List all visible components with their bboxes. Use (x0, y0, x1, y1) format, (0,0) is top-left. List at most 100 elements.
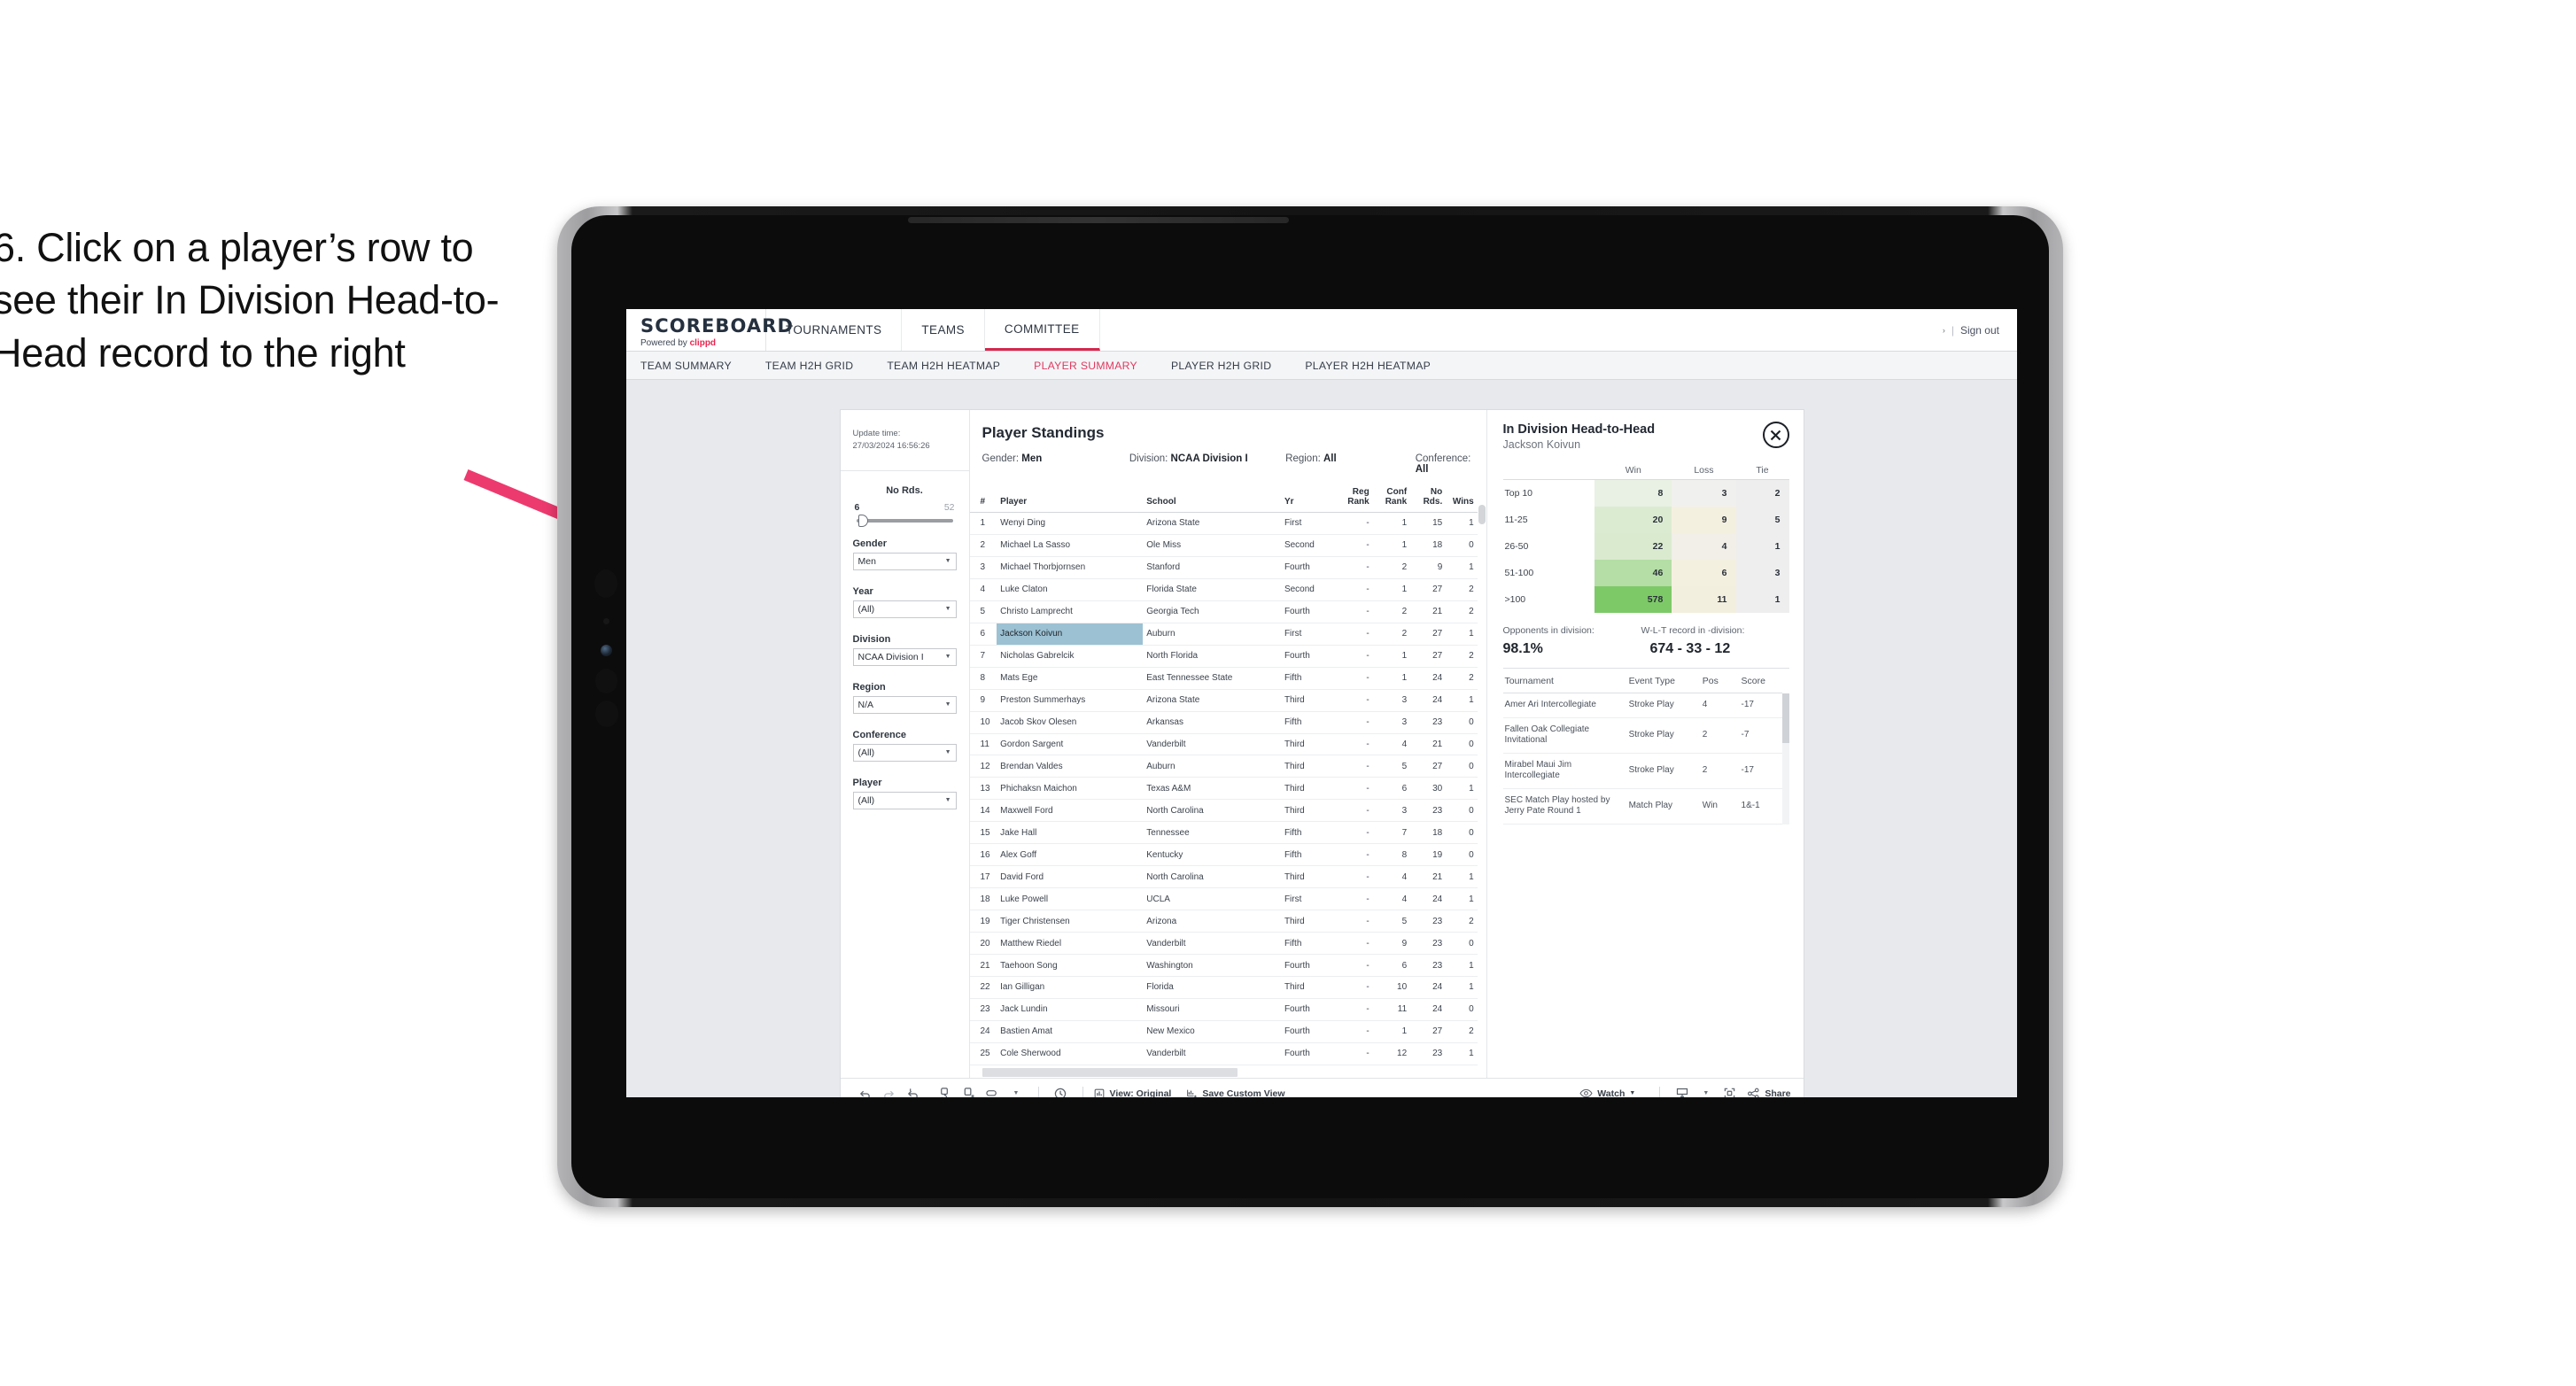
tab-team-summary[interactable]: TEAM SUMMARY (640, 360, 732, 372)
filter-region-select[interactable]: N/A ▼ (852, 695, 957, 714)
player-rank: 25 (969, 1042, 997, 1066)
chevron-down-icon[interactable]: ▼ (1694, 1090, 1718, 1096)
player-conf-rank: 4 (1372, 733, 1411, 756)
table-horizontal-scrollbar[interactable] (970, 1065, 1486, 1078)
refresh-icon[interactable] (933, 1087, 957, 1097)
heatmap-row: 26-50 22 4 1 (1502, 533, 1789, 560)
table-row[interactable]: 6 Jackson Koivun Auburn First -2 27 1 (969, 623, 1478, 646)
player-year: Fourth (1280, 954, 1336, 978)
slider-handle[interactable] (857, 514, 868, 527)
table-row[interactable]: 13 Phichaksn Maichon Texas A&M Third -6 30 1 (969, 777, 1478, 801)
player-rank: 3 (969, 556, 997, 579)
undo-icon[interactable] (853, 1087, 877, 1097)
no-rounds-slider[interactable] (856, 514, 953, 527)
col-rank[interactable]: # (969, 485, 997, 513)
table-row[interactable]: 15 Jake Hall Tennessee Fifth -7 18 0 (969, 821, 1478, 845)
filter-division-select[interactable]: NCAA Division I ▼ (852, 647, 957, 666)
col-reg-rank[interactable]: Reg Rank (1335, 485, 1373, 513)
tournament-row[interactable]: Amer Ari Intercollegiate Stroke Play 4 -17 (1502, 693, 1782, 718)
table-row[interactable]: 23 Jack Lundin Missouri Fourth -11 24 0 (969, 998, 1478, 1021)
table-row[interactable]: 10 Jacob Skov Olesen Arkansas Fifth -3 23 0 (969, 711, 1478, 734)
summary-gender: Gender: Men (982, 453, 1043, 464)
table-row[interactable]: 1 Wenyi Ding Arizona State First -1 15 1 (969, 512, 1478, 535)
col-yr[interactable]: Yr (1280, 485, 1336, 513)
save-custom-view-button[interactable]: Save Custom View (1185, 1088, 1285, 1097)
tab-team-h2h-grid[interactable]: TEAM H2H GRID (765, 360, 853, 372)
chevron-down-icon[interactable]: ▼ (1005, 1090, 1028, 1096)
player-wins: 0 (1446, 843, 1478, 867)
filter-conference-select[interactable]: (All) ▼ (852, 743, 957, 762)
summary-conference: Conference: All (1415, 453, 1471, 475)
nav-tab-tournaments[interactable]: TOURNAMENTS (766, 309, 903, 351)
toolbar-divider (1037, 1087, 1039, 1097)
hscrollbar-thumb[interactable] (982, 1068, 1238, 1077)
table-vertical-scrollbar[interactable] (1477, 485, 1486, 1065)
tab-player-h2h-grid[interactable]: PLAYER H2H GRID (1171, 360, 1271, 372)
heatmap-cell-tie: 5 (1735, 507, 1789, 533)
table-row[interactable]: 17 David Ford North Carolina Third -4 21 1 (969, 865, 1478, 889)
player-school: North Carolina (1143, 799, 1281, 823)
fullscreen-icon[interactable] (1718, 1087, 1742, 1097)
nav-tab-committee[interactable]: COMMITTEE (984, 309, 1100, 351)
col-no-rds[interactable]: No Rds. (1410, 485, 1447, 513)
player-wins: 1 (1446, 512, 1478, 535)
heatmap-col-loss: Loss (1672, 465, 1736, 480)
col-player[interactable]: Player (997, 485, 1144, 513)
standings-header: Player Standings Gender: Men Division: N… (970, 410, 1486, 475)
filter-year-select[interactable]: (All) ▼ (852, 600, 957, 618)
table-row[interactable]: 18 Luke Powell UCLA First -4 24 1 (969, 887, 1478, 911)
revert-icon[interactable] (901, 1087, 925, 1097)
table-row[interactable]: 21 Taehoon Song Washington Fourth -6 23 1 (969, 954, 1478, 978)
tab-player-h2h-heatmap[interactable]: PLAYER H2H HEATMAP (1305, 360, 1431, 372)
download-icon[interactable] (1670, 1087, 1694, 1097)
table-row[interactable]: 4 Luke Claton Florida State Second -1 27 2 (969, 578, 1478, 601)
table-row[interactable]: 25 Cole Sherwood Vanderbilt Fourth -12 23 1 (969, 1042, 1478, 1066)
view-original-button[interactable]: View: Original (1093, 1088, 1171, 1097)
share-button[interactable]: Share (1747, 1088, 1791, 1097)
heatmap-cell-tie: 2 (1735, 479, 1789, 507)
tab-player-summary[interactable]: PLAYER SUMMARY (1034, 360, 1137, 372)
filter-player-select[interactable]: (All) ▼ (852, 791, 957, 809)
table-row[interactable]: 8 Mats Ege East Tennessee State Fifth -1 24 2 (969, 667, 1478, 690)
table-row[interactable]: 14 Maxwell Ford North Carolina Third -3 23 0 (969, 799, 1478, 823)
tournament-row[interactable]: SEC Match Play hosted by Jerry Pate Roun… (1502, 788, 1782, 825)
player-no-rds: 23 (1410, 932, 1447, 956)
tournament-row[interactable]: Fallen Oak Collegiate Invitational Stroke… (1502, 717, 1782, 754)
close-icon[interactable] (1762, 422, 1789, 448)
table-row[interactable]: 24 Bastien Amat New Mexico Fourth -1 27 2 (969, 1020, 1478, 1043)
table-row[interactable]: 19 Tiger Christensen Arizona Third -5 23 2 (969, 910, 1478, 933)
player-reg-rank: - (1335, 910, 1373, 933)
nav-tab-teams[interactable]: TEAMS (902, 309, 985, 351)
tournament-row[interactable]: Mirabel Maui Jim Intercollegiate Stroke P… (1502, 753, 1782, 789)
table-row[interactable]: 12 Brendan Valdes Auburn Third -5 27 0 (969, 755, 1478, 778)
clock-icon[interactable] (1049, 1087, 1073, 1097)
pill-icon[interactable] (981, 1087, 1005, 1097)
table-row[interactable]: 5 Christo Lamprecht Georgia Tech Fourth -2 21… (969, 600, 1478, 623)
redo-icon[interactable] (877, 1087, 901, 1097)
col-conf-rank[interactable]: Conf Rank (1372, 485, 1411, 513)
col-wins[interactable]: Wins (1446, 485, 1478, 513)
chevron-down-icon: ▼ (944, 749, 951, 756)
tournament-event-type: Match Play (1626, 788, 1701, 825)
filter-year-label: Year (852, 585, 873, 597)
scrollbar-thumb[interactable] (1478, 505, 1486, 524)
player-wins: 1 (1446, 556, 1478, 579)
table-row[interactable]: 2 Michael La Sasso Ole Miss Second -1 18 0 (969, 534, 1478, 557)
watch-button[interactable]: Watch ▼ (1579, 1088, 1635, 1097)
table-row[interactable]: 16 Alex Goff Kentucky Fifth -8 19 0 (969, 843, 1478, 867)
table-row[interactable]: 11 Gordon Sargent Vanderbilt Third -4 21 0 (969, 733, 1478, 756)
sign-out-link[interactable]: Sign out (1960, 324, 1999, 337)
chevron-down-icon: ▼ (944, 797, 951, 804)
table-row[interactable]: 22 Ian Gilligan Florida Third -10 24 1 (969, 976, 1478, 999)
table-row[interactable]: 20 Matthew Riedel Vanderbilt Fifth -9 23 0 (969, 932, 1478, 956)
player-year: Third (1280, 910, 1336, 933)
tab-team-h2h-heatmap[interactable]: TEAM H2H HEATMAP (887, 360, 1000, 372)
table-row[interactable]: 3 Michael Thorbjornsen Stanford Fourth -2 9 1 (969, 556, 1478, 579)
table-row[interactable]: 9 Preston Summerhays Arizona State Third -3 2… (969, 689, 1478, 712)
tournament-scrollbar[interactable] (1781, 693, 1789, 825)
pause-icon[interactable] (957, 1087, 981, 1097)
filter-gender-select[interactable]: Men ▼ (852, 552, 957, 570)
col-school[interactable]: School (1143, 485, 1281, 513)
scrollbar-thumb[interactable] (1781, 693, 1789, 743)
table-row[interactable]: 7 Nicholas Gabrelcik North Florida Fourth -1… (969, 645, 1478, 668)
